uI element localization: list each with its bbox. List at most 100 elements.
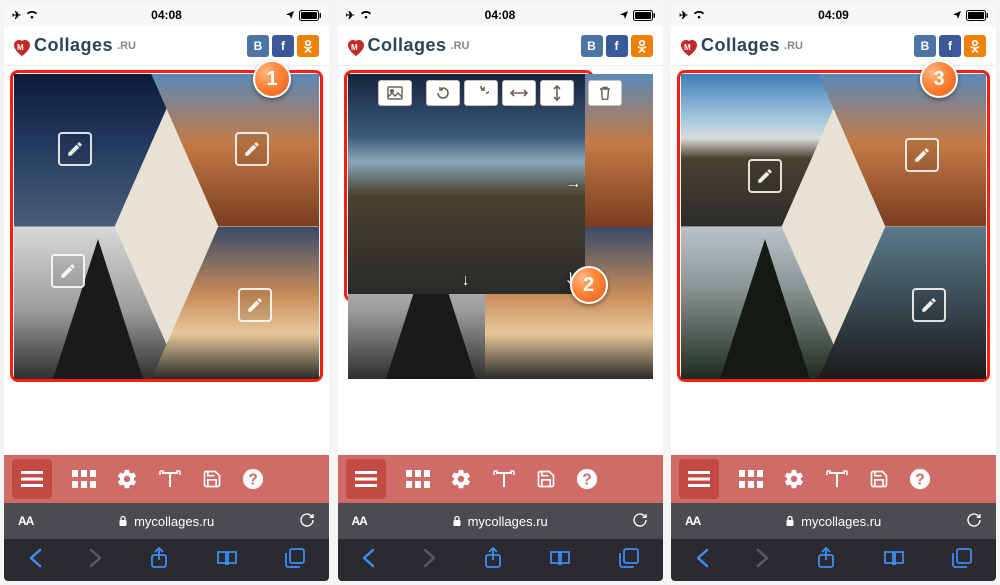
- text-size-button[interactable]: AA: [685, 514, 700, 528]
- share-icon[interactable]: [484, 547, 502, 574]
- settings-icon[interactable]: [116, 468, 138, 490]
- logo[interactable]: M Collages .RU: [677, 35, 803, 57]
- svg-text:?: ?: [248, 472, 258, 489]
- collage-cell-4[interactable]: [151, 227, 319, 380]
- facebook-button[interactable]: f: [939, 35, 961, 57]
- menu-button[interactable]: [679, 459, 719, 499]
- url-display[interactable]: mycollages.ru: [785, 514, 881, 529]
- replace-image-button[interactable]: [378, 80, 412, 106]
- odnoklassniki-button[interactable]: [964, 35, 986, 57]
- help-icon[interactable]: ?: [242, 468, 264, 490]
- flip-vertical-button[interactable]: [540, 80, 574, 106]
- edit-icon[interactable]: [58, 132, 92, 166]
- text-size-button[interactable]: AA: [18, 514, 33, 528]
- logo-heart-icon: M: [677, 35, 699, 57]
- facebook-button[interactable]: f: [272, 35, 294, 57]
- collage-canvas[interactable]: [14, 74, 319, 379]
- tabs-icon[interactable]: [619, 548, 639, 573]
- facebook-button[interactable]: f: [606, 35, 628, 57]
- collage-cell-2[interactable]: [151, 74, 319, 227]
- collage-cell-2[interactable]: [818, 74, 986, 227]
- edit-icon[interactable]: [235, 132, 269, 166]
- grid-icon[interactable]: [72, 470, 96, 488]
- text-size-button[interactable]: AA: [352, 514, 367, 528]
- help-icon[interactable]: ?: [909, 468, 931, 490]
- url-display[interactable]: mycollages.ru: [118, 514, 214, 529]
- logo-heart-icon: M: [344, 35, 366, 57]
- edit-icon[interactable]: [748, 159, 782, 193]
- edit-icon[interactable]: [905, 138, 939, 172]
- app-toolbar: ?: [4, 455, 329, 503]
- collage-canvas[interactable]: [681, 74, 986, 379]
- menu-button[interactable]: [346, 459, 386, 499]
- odnoklassniki-button[interactable]: [631, 35, 653, 57]
- collage-cell-3[interactable]: [14, 227, 182, 380]
- collage-cell-4[interactable]: [818, 227, 986, 380]
- nav-back-icon[interactable]: [695, 548, 709, 573]
- collage-cell-1[interactable]: [681, 74, 849, 227]
- airplane-mode-icon: ✈: [346, 9, 355, 22]
- status-time: 04:08: [485, 8, 516, 22]
- logo[interactable]: M Collages .RU: [344, 35, 470, 57]
- rotate-ccw-button[interactable]: [426, 80, 460, 106]
- safari-address-bar[interactable]: AA mycollages.ru: [338, 503, 663, 539]
- image-edit-toolbar: [378, 80, 622, 106]
- safari-address-bar[interactable]: AA mycollages.ru: [671, 503, 996, 539]
- rotate-cw-button[interactable]: [464, 80, 498, 106]
- settings-icon[interactable]: [450, 468, 472, 490]
- app-header: M Collages .RU B f: [671, 26, 996, 66]
- reload-icon[interactable]: [299, 512, 315, 531]
- social-links: B f: [581, 35, 653, 57]
- bookmarks-icon[interactable]: [216, 549, 238, 572]
- collage-cell-3[interactable]: [681, 227, 849, 380]
- share-icon[interactable]: [150, 547, 168, 574]
- vk-button[interactable]: B: [914, 35, 936, 57]
- airplane-mode-icon: ✈: [12, 9, 21, 22]
- text-icon[interactable]: [492, 469, 516, 489]
- save-icon[interactable]: [202, 469, 222, 489]
- grid-icon[interactable]: [739, 470, 763, 488]
- safari-address-bar[interactable]: AA mycollages.ru: [4, 503, 329, 539]
- reload-icon[interactable]: [966, 512, 982, 531]
- vk-button[interactable]: B: [247, 35, 269, 57]
- nav-forward-icon: [756, 548, 770, 573]
- nav-forward-icon: [423, 548, 437, 573]
- save-icon[interactable]: [536, 469, 556, 489]
- safari-navbar: [671, 539, 996, 581]
- settings-icon[interactable]: [783, 468, 805, 490]
- edit-icon[interactable]: [51, 254, 85, 288]
- callout-3: 3: [920, 60, 958, 98]
- logo-suffix: .RU: [117, 40, 136, 52]
- menu-button[interactable]: [12, 459, 52, 499]
- callout-2: 2: [570, 266, 608, 304]
- safari-navbar: [338, 539, 663, 581]
- edit-icon[interactable]: [912, 288, 946, 322]
- save-icon[interactable]: [869, 469, 889, 489]
- logo[interactable]: M Collages .RU: [10, 35, 136, 57]
- tabs-icon[interactable]: [285, 548, 305, 573]
- bookmarks-icon[interactable]: [883, 549, 905, 572]
- app-header: M Collages .RU B f: [4, 26, 329, 66]
- collage-canvas[interactable]: → ↓ ↘: [348, 74, 653, 379]
- text-icon[interactable]: [158, 469, 182, 489]
- delete-button[interactable]: [588, 80, 622, 106]
- collage-cell-1[interactable]: [14, 74, 182, 227]
- resize-handle-bottom-icon[interactable]: ↓: [462, 272, 470, 290]
- tabs-icon[interactable]: [952, 548, 972, 573]
- bookmarks-icon[interactable]: [549, 549, 571, 572]
- help-icon[interactable]: ?: [576, 468, 598, 490]
- nav-back-icon[interactable]: [28, 548, 42, 573]
- grid-icon[interactable]: [406, 470, 430, 488]
- reload-icon[interactable]: [632, 512, 648, 531]
- flip-horizontal-button[interactable]: [502, 80, 536, 106]
- share-icon[interactable]: [817, 547, 835, 574]
- active-image-edit[interactable]: → ↓ ↘: [348, 74, 586, 294]
- edit-icon[interactable]: [238, 288, 272, 322]
- nav-back-icon[interactable]: [361, 548, 375, 573]
- svg-text:?: ?: [915, 472, 925, 489]
- text-icon[interactable]: [825, 469, 849, 489]
- resize-handle-right-icon[interactable]: →: [565, 175, 581, 193]
- vk-button[interactable]: B: [581, 35, 603, 57]
- odnoklassniki-button[interactable]: [297, 35, 319, 57]
- url-display[interactable]: mycollages.ru: [452, 514, 548, 529]
